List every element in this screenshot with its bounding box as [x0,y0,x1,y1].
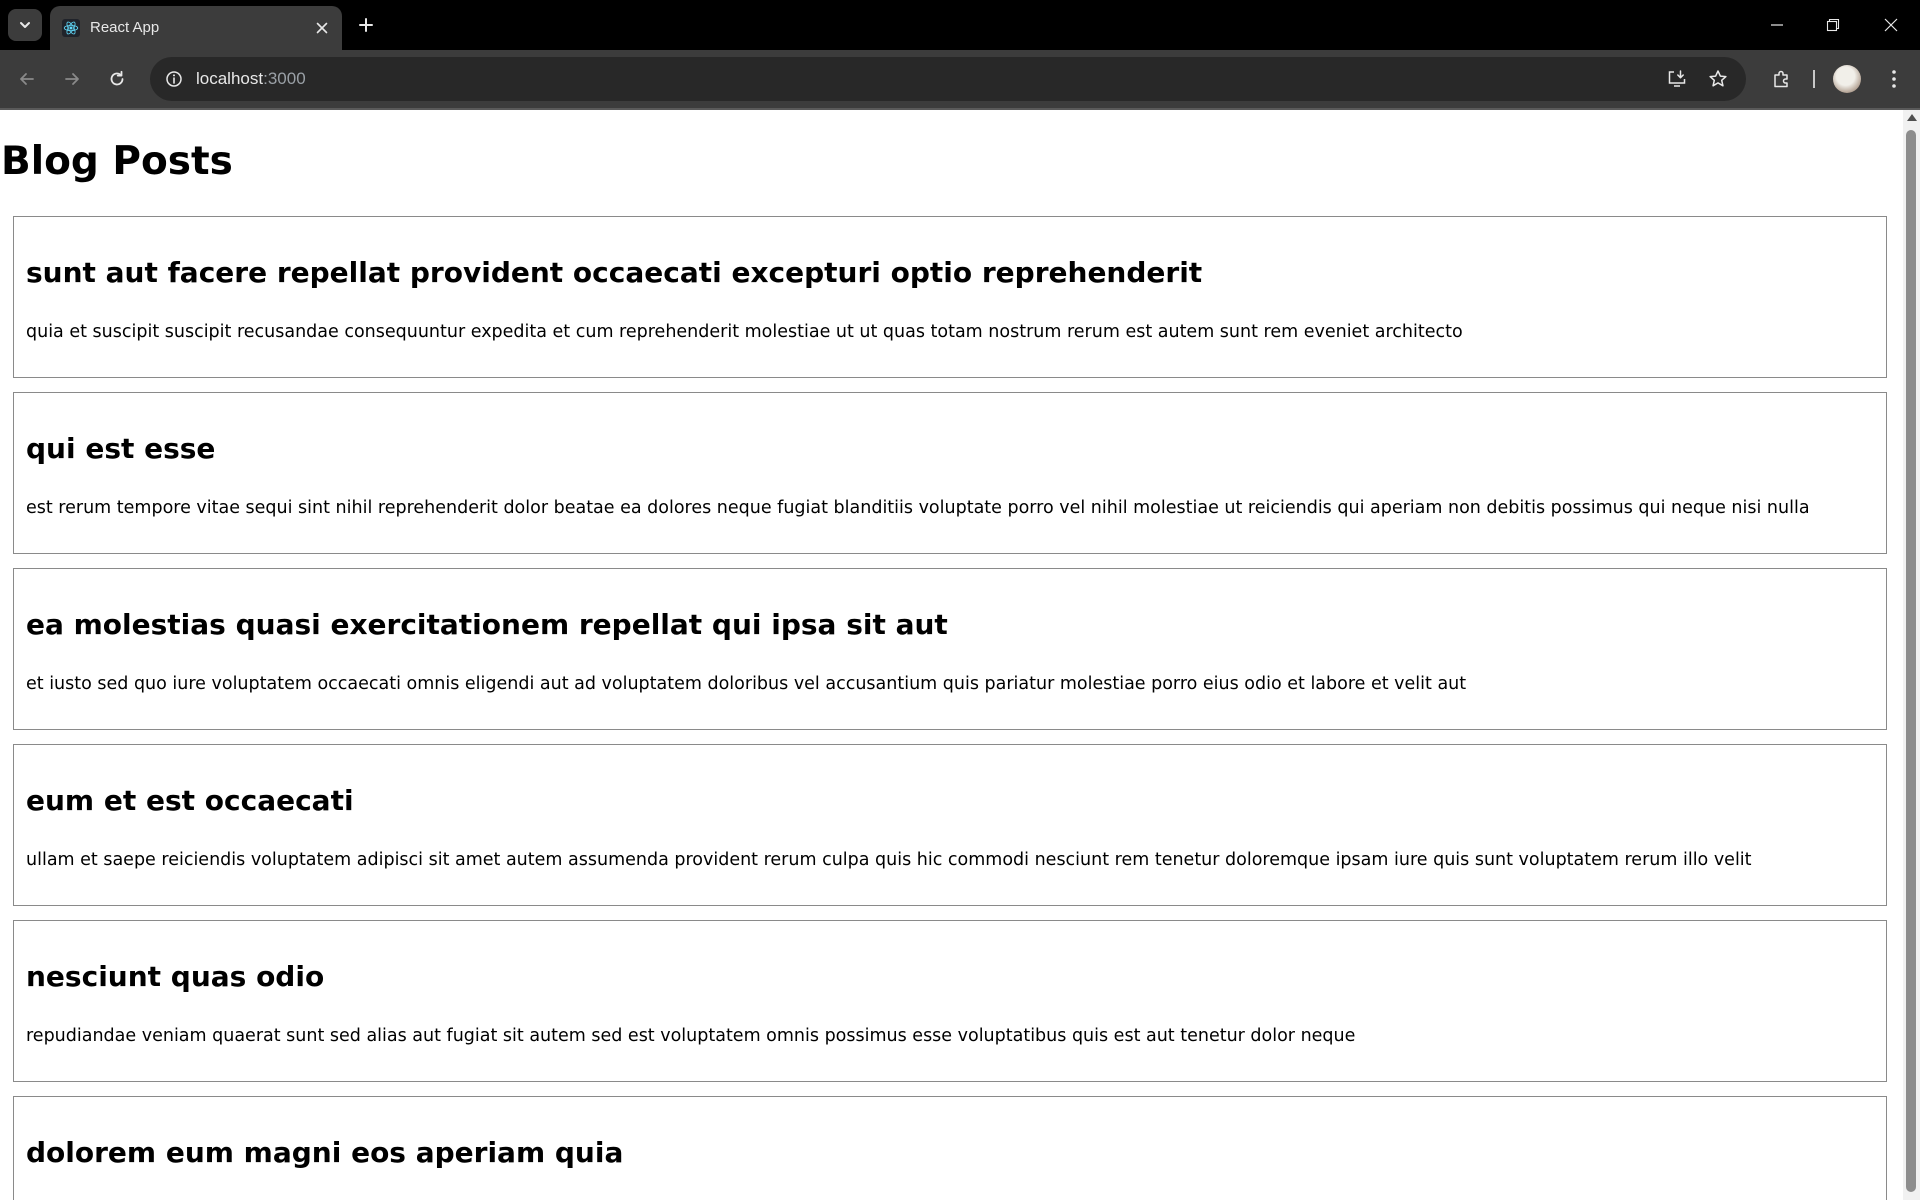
bookmark-button[interactable] [1706,67,1730,91]
close-window-button[interactable] [1876,10,1906,40]
install-app-button[interactable] [1665,67,1689,91]
close-icon [1884,18,1898,32]
tab-title: React App [90,19,160,36]
post-card: ea molestias quasi exercitationem repell… [13,568,1887,730]
restore-icon [1826,18,1840,32]
new-tab-button[interactable] [352,11,380,39]
restore-button[interactable] [1818,10,1848,40]
star-icon [1709,70,1727,87]
info-icon [166,71,182,87]
tab-close-button[interactable] [312,18,332,38]
url-port: :3000 [263,69,306,88]
post-body: repudiandae veniam quaerat sunt sed alia… [26,1026,1356,1046]
post-title: sunt aut facere repellat provident occae… [26,256,1203,289]
post-card: dolorem eum magni eos aperiam quia [13,1096,1887,1200]
post-card: eum et est occaecati ullam et saepe reic… [13,744,1887,906]
post-title: nesciunt quas odio [26,960,325,993]
site-info-button[interactable] [162,67,186,91]
post-card: nesciunt quas odio repudiandae veniam qu… [13,920,1887,1082]
post-title: qui est esse [26,432,216,465]
url-text[interactable]: localhost:3000 [196,69,306,89]
puzzle-icon [1774,70,1788,88]
plus-icon [359,18,373,32]
post-title: eum et est occaecati [26,784,354,817]
reload-button[interactable] [101,63,133,95]
toolbar-divider [1813,70,1815,88]
close-icon [316,22,328,34]
post-title: dolorem eum magni eos aperiam quia [26,1136,624,1169]
react-logo-icon [62,19,80,37]
page-viewport: Blog Posts sunt aut facere repellat prov… [0,110,1903,1200]
post-body: est rerum tempore vitae sequi sint nihil… [26,498,1810,518]
scroll-thumb[interactable] [1906,130,1916,1192]
browser-tab[interactable]: React App [50,6,342,50]
minimize-icon [1771,24,1783,26]
post-body: et iusto sed quo iure voluptatem occaeca… [26,674,1467,694]
url-host: localhost [196,69,264,88]
post-card: qui est esse est rerum tempore vitae seq… [13,392,1887,554]
chevron-down-icon [20,22,30,28]
browser-toolbar: localhost:3000 [0,50,1920,108]
extensions-button[interactable] [1766,63,1798,95]
address-bar[interactable]: localhost:3000 [150,57,1746,101]
tab-strip: React App [0,0,1920,50]
scroll-up-arrow-icon[interactable] [1907,114,1917,121]
post-body: ullam et saepe reiciendis voluptatem adi… [26,850,1752,870]
kebab-menu-icon [1892,70,1896,88]
back-button[interactable] [11,63,43,95]
reload-icon [110,70,124,86]
forward-button[interactable] [56,63,88,95]
avatar[interactable] [1833,65,1861,93]
install-icon [1668,70,1686,87]
tab-search-button[interactable] [8,9,42,41]
arrow-right-icon [65,73,79,85]
minimize-button[interactable] [1762,10,1792,40]
arrow-left-icon [20,73,34,85]
post-card: sunt aut facere repellat provident occae… [13,216,1887,378]
page-title: Blog Posts [1,139,233,184]
browser-menu-button[interactable] [1878,63,1910,95]
page-scrollbar[interactable] [1903,110,1920,1200]
post-title: ea molestias quasi exercitationem repell… [26,608,948,641]
post-body: quia et suscipit suscipit recusandae con… [26,322,1463,342]
